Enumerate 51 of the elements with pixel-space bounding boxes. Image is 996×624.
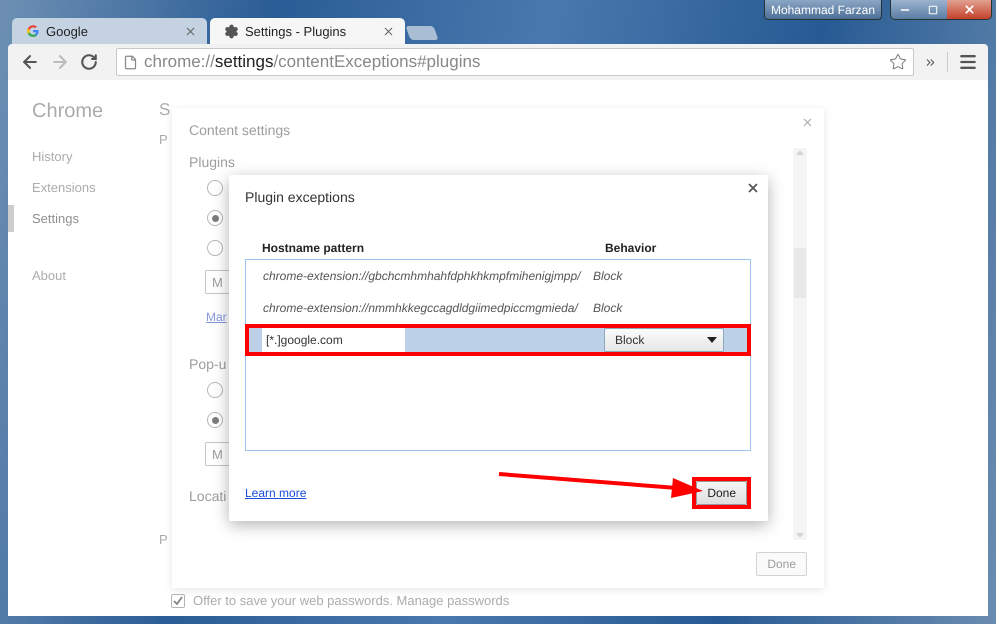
- radio-button[interactable]: [207, 240, 223, 256]
- maximize-icon: [928, 4, 938, 14]
- section-heading: Plugins: [189, 154, 235, 170]
- section-heading: Pop-u: [189, 356, 226, 372]
- brand-title: Chrome: [31, 100, 104, 123]
- option-label: Offer to save your web passwords. Manage passwords: [193, 593, 510, 608]
- back-icon[interactable]: [20, 52, 40, 72]
- maximize-button[interactable]: [919, 0, 947, 19]
- radio-button[interactable]: [207, 210, 223, 226]
- star-icon[interactable]: [889, 53, 907, 71]
- google-logo-icon: [26, 24, 40, 38]
- section-heading: Locati: [189, 488, 226, 504]
- exception-row[interactable]: [*.]google.com Block: [245, 324, 751, 356]
- hostname-pattern: chrome-extension://nmmhkkegccagdldgiimedpiccmgmieda/: [262, 301, 580, 315]
- profile-button[interactable]: Mohammad Farzan: [764, 0, 882, 20]
- gear-icon: [224, 24, 239, 38]
- hostname-pattern: chrome-extension://gbchcmhmhahfdphkhkmpfmihenigjmpp/: [262, 269, 582, 283]
- section-heading: P: [159, 532, 168, 547]
- behavior-select[interactable]: Block: [604, 328, 724, 352]
- section-heading: P: [159, 132, 168, 147]
- reload-icon[interactable]: [80, 53, 98, 71]
- learn-more-link[interactable]: Learn more: [245, 486, 306, 500]
- scrollbar[interactable]: [793, 148, 807, 540]
- close-icon[interactable]: [184, 24, 197, 38]
- close-button[interactable]: [947, 0, 991, 19]
- browser-tab[interactable]: Settings - Plugins: [210, 18, 405, 44]
- behavior-value: Block: [593, 269, 622, 283]
- menu-icon[interactable]: [958, 52, 978, 72]
- exception-row[interactable]: chrome-extension://nmmhkkegccagdldgiimedpiccmgmieda/ Block: [246, 292, 750, 324]
- close-icon[interactable]: [382, 24, 395, 38]
- browser-tab[interactable]: Google: [12, 18, 207, 44]
- column-header: Behavior: [605, 241, 656, 257]
- radio-button[interactable]: [207, 180, 223, 196]
- page-icon: [123, 54, 138, 70]
- exception-row[interactable]: chrome-extension://gbchcmhmhahfdphkhkmpfmihenigjmpp/ Block: [246, 260, 750, 292]
- done-button[interactable]: Done: [696, 481, 747, 505]
- minimize-button[interactable]: [891, 0, 919, 19]
- close-icon: [962, 3, 976, 16]
- close-icon[interactable]: [746, 181, 760, 195]
- page-heading: S: [159, 100, 170, 120]
- radio-button[interactable]: [207, 382, 223, 398]
- dialog-title: Content settings: [189, 122, 292, 138]
- hostname-input[interactable]: [*.]google.com: [262, 328, 405, 352]
- radio-button[interactable]: [207, 412, 223, 428]
- checkbox[interactable]: [171, 594, 185, 608]
- address-bar[interactable]: chrome://settings/contentExceptions#plugins: [116, 48, 914, 76]
- dialog-title: Plugin exceptions: [245, 189, 356, 205]
- behavior-value: Block: [593, 301, 622, 315]
- column-header: Hostname pattern: [262, 241, 366, 257]
- new-tab-button[interactable]: [405, 26, 439, 40]
- caret-icon: [707, 337, 717, 343]
